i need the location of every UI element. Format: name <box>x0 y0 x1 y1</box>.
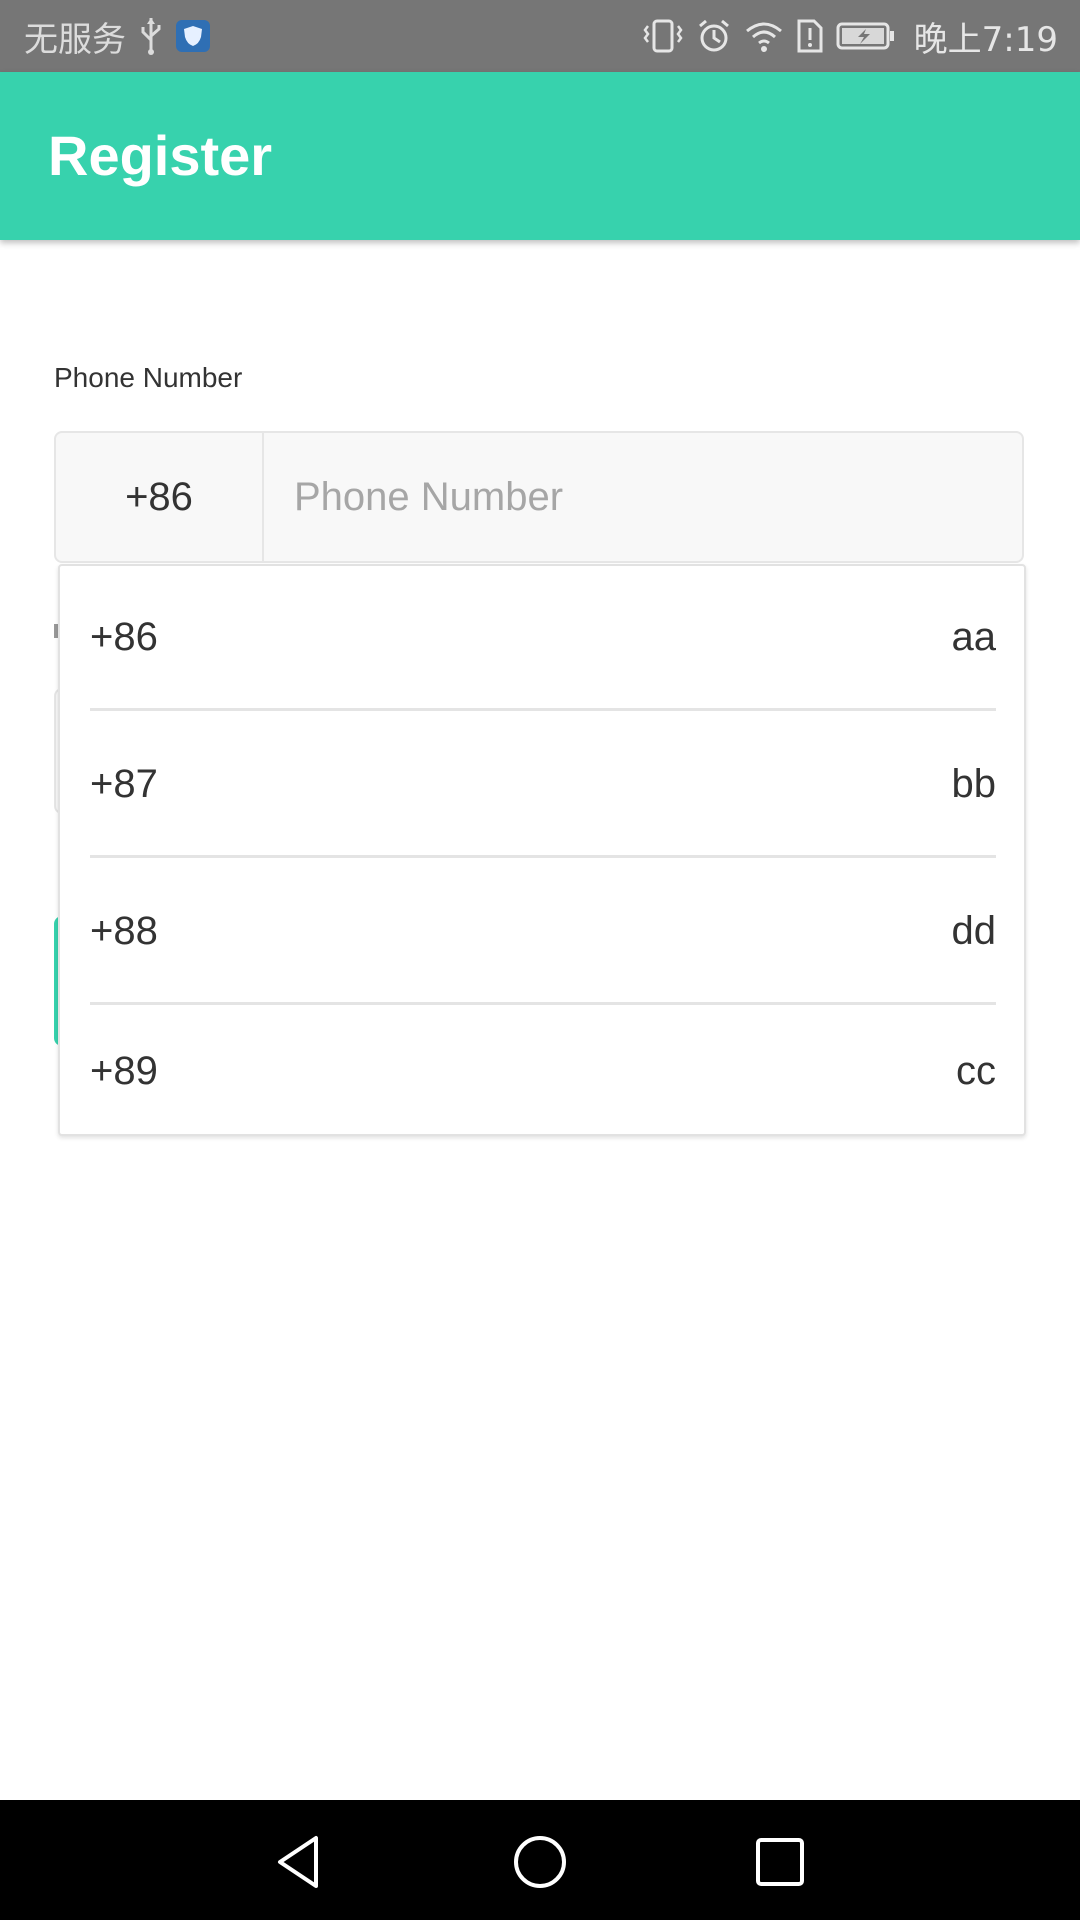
status-right: 晚上7:19 <box>642 0 1058 72</box>
status-time: 晚上7:19 <box>913 19 1058 60</box>
wifi-icon <box>745 22 782 52</box>
page-title: Register <box>48 124 273 187</box>
phone-number-row: +86 <box>54 431 1024 563</box>
app-bar: Register <box>0 72 1080 240</box>
status-bar: 无服务 晚上7:19 <box>0 0 1080 72</box>
carrier-text: 无服务 <box>24 19 126 60</box>
battery-charging-icon <box>836 22 894 50</box>
dropdown-option[interactable]: +86 aa <box>90 566 996 711</box>
phone-number-label: Phone Number <box>54 362 243 393</box>
home-icon[interactable] <box>508 1830 572 1894</box>
option-code: +88 <box>90 908 158 953</box>
navigation-bar <box>0 1800 1080 1920</box>
shield-icon <box>176 20 210 52</box>
dropdown-option[interactable]: +89 cc <box>90 1007 996 1134</box>
option-name: dd <box>951 908 997 953</box>
option-code: +86 <box>90 614 158 659</box>
country-code-select[interactable]: +86 <box>56 433 264 561</box>
option-code: +87 <box>90 761 158 806</box>
alarm-icon <box>698 19 729 52</box>
sim-alert-icon <box>797 19 823 53</box>
option-code: +89 <box>90 1048 158 1093</box>
country-code-dropdown: +86 aa +87 bb +88 dd +89 cc <box>58 564 1026 1136</box>
dropdown-option[interactable]: +87 bb <box>90 713 996 858</box>
dropdown-option[interactable]: +88 dd <box>90 860 996 1005</box>
recents-icon[interactable] <box>748 1830 812 1894</box>
option-name: aa <box>951 614 997 659</box>
option-name: cc <box>956 1048 996 1093</box>
vibrate-icon <box>643 19 683 53</box>
status-left: 无服务 <box>24 0 210 72</box>
usb-icon <box>141 18 161 55</box>
phone-number-input[interactable] <box>264 433 1022 561</box>
back-icon[interactable] <box>268 1830 332 1894</box>
option-name: bb <box>951 761 997 806</box>
